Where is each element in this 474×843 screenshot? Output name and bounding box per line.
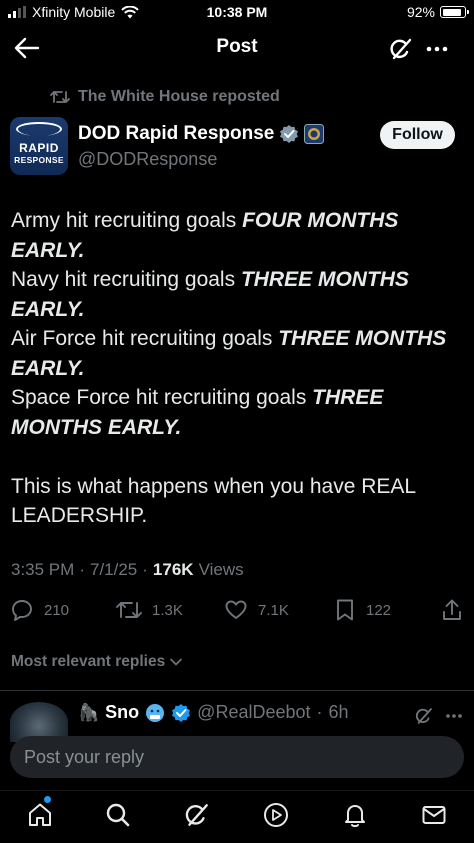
repost-button[interactable]: 1.3K <box>116 598 183 622</box>
replies-sort-label: Most relevant replies <box>11 653 166 670</box>
post-line-plain: Navy hit recruiting goals <box>11 268 241 291</box>
home-notification-dot <box>44 796 51 803</box>
more-icon <box>446 714 462 718</box>
tab-messages[interactable] <box>420 801 448 829</box>
meta-separator: · <box>142 560 148 579</box>
pentagon-logo-icon <box>16 122 62 136</box>
share-icon <box>443 599 461 620</box>
reply-age: 6h <box>328 702 349 722</box>
author-handle[interactable]: @DODResponse <box>78 149 217 170</box>
gorilla-emoji-icon: 🦍 <box>78 702 100 722</box>
reply-author-name[interactable]: Sno <box>105 702 139 723</box>
post-closing: This is what happens when you have REAL … <box>11 474 416 528</box>
divider <box>0 690 474 691</box>
reply-separator: · <box>316 702 323 722</box>
chevron-down-icon <box>170 658 183 666</box>
reply-button[interactable]: 210 <box>10 598 69 622</box>
status-bar: Xfinity Mobile 10:38 PM 92% <box>0 0 474 26</box>
battery-icon <box>440 6 469 18</box>
bell-icon <box>345 805 365 828</box>
meta-separator: · <box>79 560 85 579</box>
author-avatar[interactable]: RAPID RESPONSE <box>10 117 68 175</box>
post-line: Space Force hit recruiting goals THREE M… <box>11 383 466 442</box>
grok-button[interactable] <box>388 36 414 62</box>
reply-header[interactable]: 🦍 Sno @RealDeebot · 6h <box>78 702 349 723</box>
repost-icon <box>116 602 142 618</box>
grok-icon <box>415 708 432 724</box>
post-line: Army hit recruiting goals FOUR MONTHS EA… <box>11 206 466 265</box>
play-icon <box>264 803 288 827</box>
post-time: 3:35 PM <box>11 560 75 579</box>
tab-media[interactable] <box>262 801 290 829</box>
reply-author-handle[interactable]: @RealDeebot <box>197 702 310 723</box>
search-icon <box>106 803 130 827</box>
status-time: 10:38 PM <box>206 4 268 20</box>
post-actions: 210 1.3K 7.1K 122 <box>0 598 474 630</box>
cold-face-emoji-icon <box>146 703 165 722</box>
post-text: Army hit recruiting goals FOUR MONTHS EA… <box>11 206 466 531</box>
like-count: 7.1K <box>258 601 289 619</box>
tab-search[interactable] <box>104 801 132 829</box>
mail-icon <box>422 806 446 824</box>
repost-context[interactable]: The White House reposted <box>50 88 280 106</box>
home-icon <box>29 803 51 826</box>
post-line-plain: Army hit recruiting goals <box>11 209 243 232</box>
tab-grok[interactable] <box>183 801 211 829</box>
post-meta: 3:35 PM · 7/1/25 · 176K Views <box>11 560 244 580</box>
author-name[interactable]: DOD Rapid Response <box>78 123 274 145</box>
post-date: 7/1/25 <box>89 560 138 579</box>
more-icon <box>426 46 448 52</box>
heart-icon <box>225 600 247 619</box>
like-button[interactable]: 7.1K <box>224 598 289 622</box>
repost-count: 1.3K <box>152 601 183 619</box>
more-options-button[interactable] <box>424 38 450 60</box>
battery-percent: 92% <box>406 4 435 20</box>
bottom-tab-bar <box>0 790 474 843</box>
reply-grok-button[interactable] <box>414 706 434 726</box>
views-label[interactable]: Views <box>199 560 244 580</box>
reply-icon <box>12 600 32 621</box>
post-line: Navy hit recruiting goals THREE MONTHS E… <box>11 265 466 324</box>
post-line-plain: Air Force hit recruiting goals <box>11 327 279 350</box>
share-button[interactable] <box>440 598 464 622</box>
tab-home[interactable] <box>26 801 54 829</box>
bookmark-button[interactable]: 122 <box>334 598 391 622</box>
author-name-row[interactable]: DOD Rapid Response <box>78 123 325 145</box>
affiliate-badge-icon <box>304 124 325 144</box>
bookmark-icon <box>337 599 353 621</box>
reply-more-button[interactable] <box>444 706 464 726</box>
reply-count: 210 <box>44 601 70 619</box>
status-right: 92% <box>406 4 469 20</box>
avatar-line-2: RESPONSE <box>14 155 64 165</box>
repost-icon <box>50 91 70 103</box>
avatar-line-1: RAPID <box>19 141 59 155</box>
grok-icon <box>390 38 412 60</box>
verified-badge-icon <box>172 703 191 722</box>
tab-notifications[interactable] <box>341 801 369 829</box>
post-line: Air Force hit recruiting goals THREE MON… <box>11 324 466 383</box>
views-count[interactable]: 176K <box>153 560 194 580</box>
repost-text: The White House reposted <box>78 88 280 105</box>
verified-badge-icon <box>280 125 299 143</box>
grok-icon <box>185 804 208 826</box>
reply-input[interactable]: Post your reply <box>10 736 464 778</box>
post-line-plain: Space Force hit recruiting goals <box>11 386 313 409</box>
follow-button[interactable]: Follow <box>380 121 455 149</box>
replies-sort-dropdown[interactable]: Most relevant replies <box>11 653 183 671</box>
bookmark-count: 122 <box>366 601 392 619</box>
